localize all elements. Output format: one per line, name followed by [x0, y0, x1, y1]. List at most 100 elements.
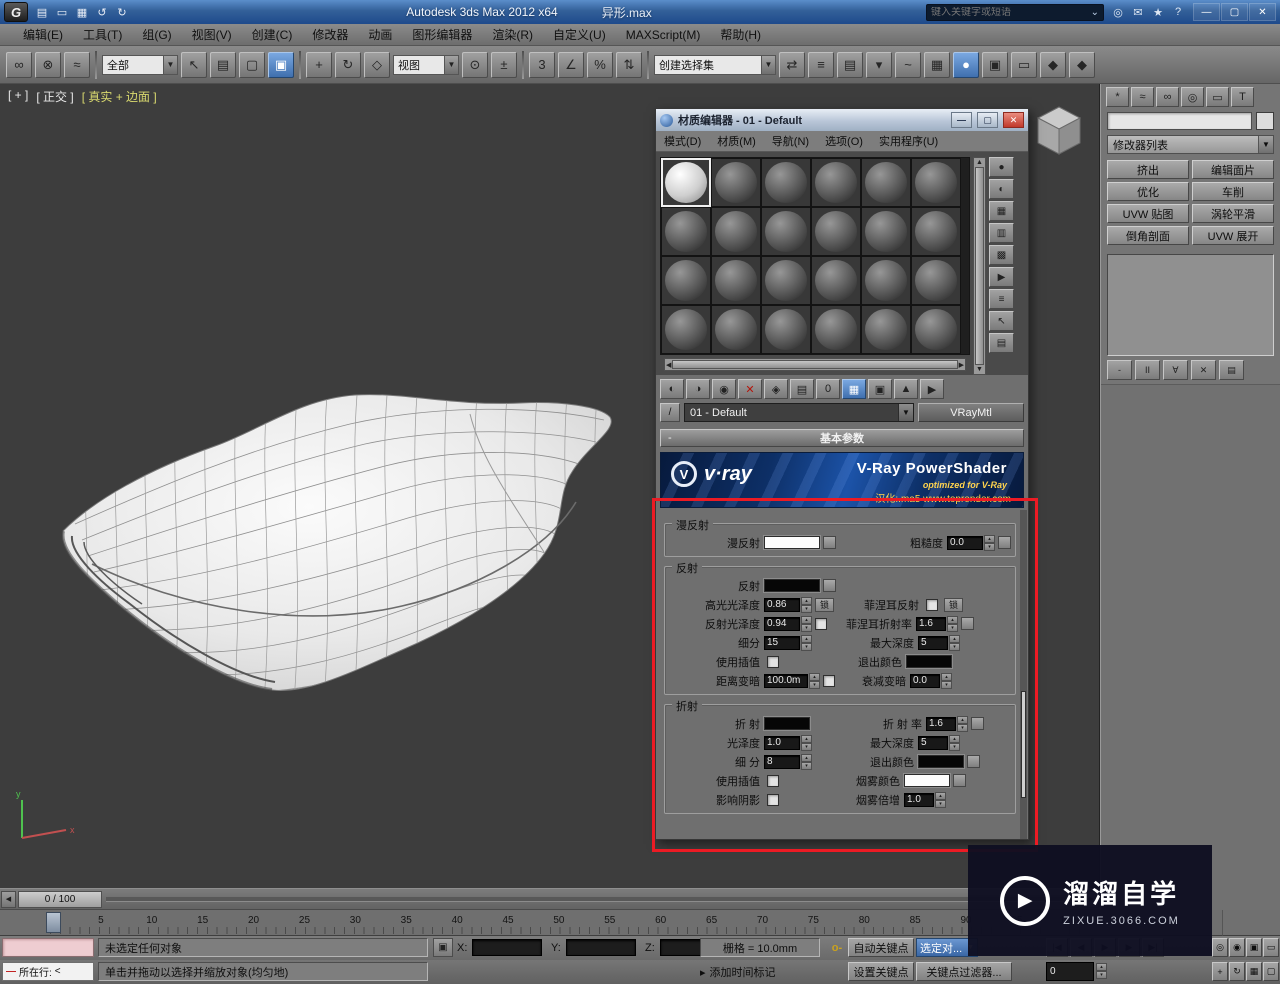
pin-stack-icon[interactable]: -	[1107, 360, 1132, 380]
make-unique-stack-icon[interactable]: ∀	[1163, 360, 1188, 380]
maximize-button[interactable]: ▢	[977, 112, 998, 128]
roughness-spinner[interactable]: ▴▾	[984, 535, 995, 551]
material-sample-slot[interactable]	[711, 256, 761, 305]
scrollbar-thumb[interactable]	[975, 167, 984, 365]
select-and-rotate-icon[interactable]: ↻	[335, 52, 361, 78]
make-preview-icon[interactable]: ▶	[989, 267, 1014, 287]
tab-hierarchy-icon[interactable]: ∞	[1156, 87, 1179, 107]
y-coordinate-field[interactable]	[566, 939, 636, 956]
dim-falloff-field[interactable]: 0.0	[910, 674, 940, 688]
binoculars-icon[interactable]: ⌄	[1091, 7, 1099, 18]
refraction-subdivs-spinner[interactable]: ▴▾	[801, 754, 812, 770]
fresnel-ior-field[interactable]: 1.6	[916, 617, 946, 631]
bind-to-space-warp-icon[interactable]: ≈	[64, 52, 90, 78]
tab-motion-icon[interactable]: ◎	[1181, 87, 1204, 107]
put-to-scene-icon[interactable]: ◑	[686, 379, 710, 399]
open-file-icon[interactable]: ▭	[52, 3, 72, 21]
menu-item[interactable]: 动画	[359, 24, 401, 45]
material-editor-icon[interactable]: ●	[953, 52, 979, 78]
pan-icon[interactable]: +	[1212, 962, 1228, 981]
material-sample-slot[interactable]	[811, 305, 861, 354]
menu-item[interactable]: 帮助(H)	[711, 24, 770, 45]
add-time-tag[interactable]: ▸ 添加时间标记	[700, 964, 830, 980]
tab-create-icon[interactable]: *	[1106, 87, 1129, 107]
dim-distance-checkbox[interactable]	[823, 675, 835, 687]
communication-center-icon[interactable]: ✉	[1128, 3, 1148, 21]
hilight-glossiness-field[interactable]: 0.86	[764, 598, 800, 612]
material-id-icon[interactable]: 0	[816, 379, 840, 399]
menu-item[interactable]: 导航(N)	[772, 133, 809, 149]
affect-shadows-checkbox[interactable]	[767, 794, 779, 806]
favorites-icon[interactable]: ★	[1148, 3, 1168, 21]
window-crossing-icon[interactable]: ▣	[268, 52, 294, 78]
reflection-glossiness-spinner[interactable]: ▴▾	[801, 616, 812, 632]
viewport-pov-label[interactable]: [ + ]	[8, 88, 28, 105]
layer-manager-icon[interactable]: ▤	[837, 52, 863, 78]
modifier-list-dropdown[interactable]: 修改器列表 ▼	[1107, 135, 1274, 154]
new-file-icon[interactable]: ▤	[32, 3, 52, 21]
key-filters-button[interactable]: 关键点过滤器...	[916, 962, 1012, 981]
modifier-stack-list[interactable]	[1107, 254, 1274, 356]
fog-multiplier-field[interactable]: 1.0	[904, 793, 934, 807]
time-slider-handle[interactable]: 0 / 100	[18, 891, 102, 908]
parameters-scrollbar[interactable]	[1020, 510, 1027, 839]
modifier-button[interactable]: 车削	[1192, 182, 1274, 201]
rectangular-selection-region-icon[interactable]: ▢	[239, 52, 265, 78]
tab-modify-icon[interactable]: ≈	[1131, 87, 1154, 107]
modifier-button[interactable]: 涡轮平滑	[1192, 204, 1274, 223]
ior-map-button[interactable]	[971, 717, 984, 730]
modifier-button[interactable]: 倒角剖面	[1107, 226, 1189, 245]
make-unique-icon[interactable]: ◈	[764, 379, 788, 399]
modifier-button[interactable]: 挤出	[1107, 160, 1189, 179]
spinner-snap-icon[interactable]: ⇅	[616, 52, 642, 78]
material-sample-slot[interactable]	[661, 305, 711, 354]
sample-vertical-scrollbar[interactable]: ▲▼	[973, 157, 986, 375]
material-name-dropdown[interactable]: 01 - Default ▼	[684, 403, 914, 422]
material-sample-slot[interactable]	[861, 256, 911, 305]
dim-distance-spinner[interactable]: ▴▾	[809, 673, 820, 689]
save-file-icon[interactable]: ▦	[72, 3, 92, 21]
close-button[interactable]: ✕	[1003, 112, 1024, 128]
menu-item[interactable]: MAXScript(M)	[617, 26, 710, 44]
go-to-parent-icon[interactable]: ▲	[894, 379, 918, 399]
material-sample-slot[interactable]	[811, 207, 861, 256]
close-button[interactable]: ✕	[1249, 3, 1276, 21]
refraction-exit-color-map-button[interactable]	[967, 755, 980, 768]
viewcube[interactable]	[1030, 102, 1088, 164]
material-sample-slot[interactable]	[661, 256, 711, 305]
refraction-max-depth-field[interactable]: 5	[918, 736, 948, 750]
modifier-button[interactable]: 优化	[1107, 182, 1189, 201]
named-selection-sets-field[interactable]: 创建选择集▼	[654, 55, 776, 75]
zoom-icon[interactable]: ◎	[1212, 938, 1228, 957]
infocenter-search[interactable]: ⌄	[926, 4, 1104, 21]
fresnel-lock-button[interactable]: 锁	[944, 598, 963, 612]
material-type-button[interactable]: VRayMtl	[918, 403, 1024, 422]
object-color-swatch[interactable]	[1256, 112, 1274, 130]
render-setup-icon[interactable]: ▣	[982, 52, 1008, 78]
ior-field[interactable]: 1.6	[926, 717, 956, 731]
assign-to-selection-icon[interactable]: ◉	[712, 379, 736, 399]
render-production-icon[interactable]: ◆	[1040, 52, 1066, 78]
tab-display-icon[interactable]: ▭	[1206, 87, 1229, 107]
go-forward-icon[interactable]: ▶	[920, 379, 944, 399]
refraction-max-depth-spinner[interactable]: ▴▾	[949, 735, 960, 751]
application-menu-button[interactable]: G	[4, 2, 28, 22]
maximize-button[interactable]: ▢	[1221, 3, 1248, 21]
background-icon[interactable]: ▦	[989, 201, 1014, 221]
reference-coordinate-dropdown[interactable]: 视图▼	[393, 55, 459, 75]
material-sample-slot[interactable]	[911, 158, 961, 207]
modifier-button[interactable]: UVW 展开	[1192, 226, 1274, 245]
refraction-color-swatch[interactable]	[764, 717, 810, 730]
menu-item[interactable]: 实用程序(U)	[879, 133, 938, 149]
modifier-button[interactable]: 编辑面片	[1192, 160, 1274, 179]
hilight-glossiness-spinner[interactable]: ▴▾	[801, 597, 812, 613]
reset-map-icon[interactable]: ✕	[738, 379, 762, 399]
refraction-exit-color-swatch[interactable]	[918, 755, 964, 768]
material-sample-slot[interactable]	[811, 158, 861, 207]
backlight-icon[interactable]: ◐	[989, 179, 1014, 199]
material-editor-titlebar[interactable]: 材质编辑器 - 01 - Default — ▢ ✕	[656, 109, 1028, 131]
set-key-button[interactable]: 设置关键点	[848, 962, 914, 981]
material-sample-slot[interactable]	[761, 207, 811, 256]
max-depth-field[interactable]: 5	[918, 636, 948, 650]
render-iterative-icon[interactable]: ◆	[1069, 52, 1095, 78]
